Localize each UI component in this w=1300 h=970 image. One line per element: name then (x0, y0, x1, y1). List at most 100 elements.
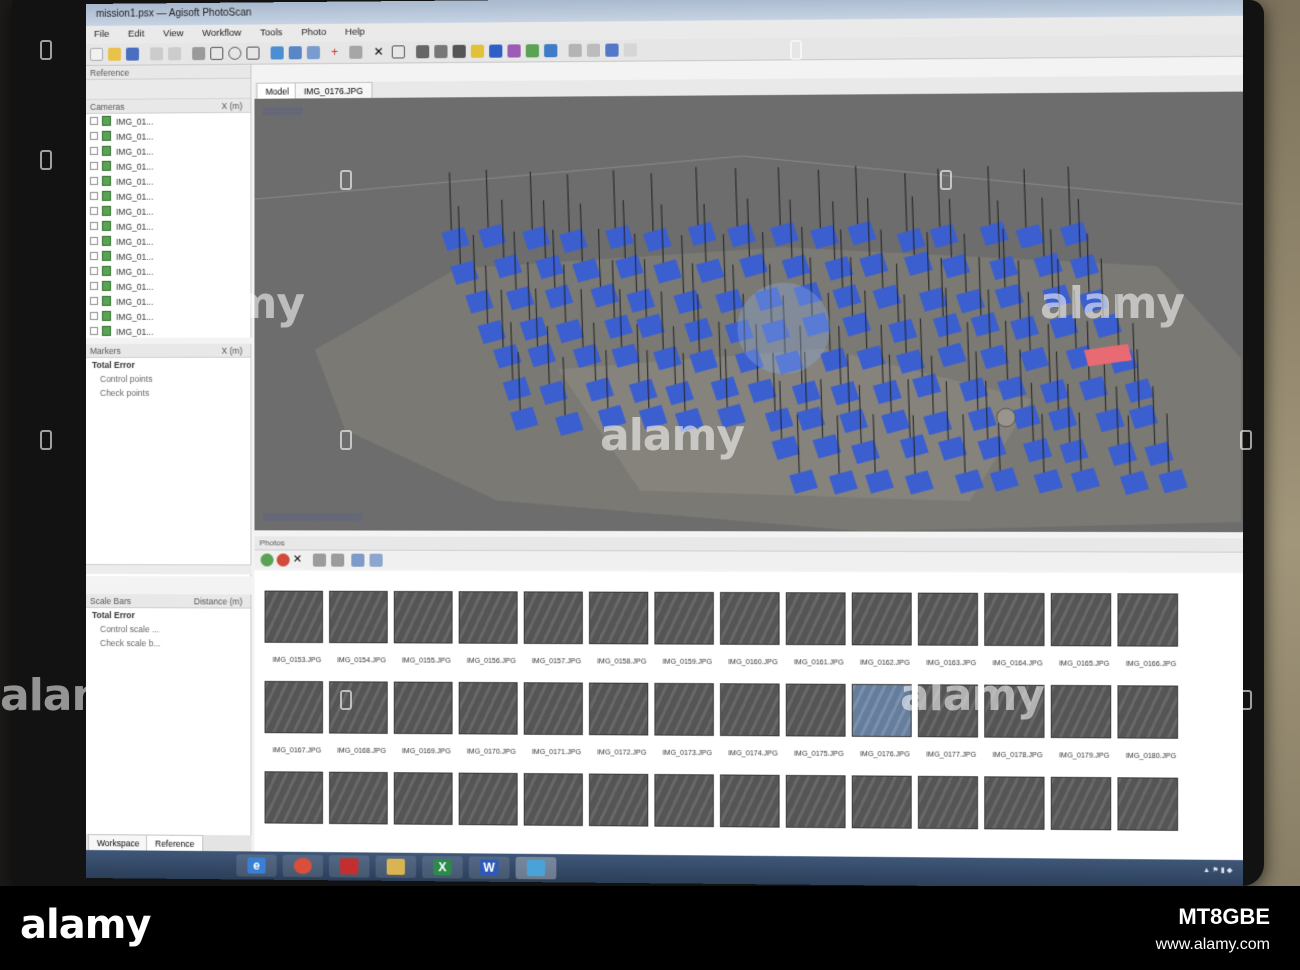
camera-checkbox[interactable] (89, 326, 98, 335)
tab-model[interactable]: Model (256, 82, 298, 99)
photo-thumbnail[interactable] (1117, 777, 1184, 831)
camera-row[interactable]: IMG_01... (86, 173, 250, 189)
camera-row[interactable]: IMG_01... (86, 113, 250, 129)
redo-icon[interactable] (168, 47, 182, 61)
photo-thumbnail[interactable] (654, 773, 720, 828)
photo-thumbnail[interactable]: IMG_0154.JPG (329, 590, 394, 665)
scale-control[interactable]: Control scale ... (86, 622, 250, 637)
menu-edit[interactable]: Edit (120, 25, 152, 42)
select-icon[interactable] (192, 47, 206, 61)
thumbnail-size-icon[interactable] (369, 553, 383, 567)
taskbar-ie[interactable]: e (236, 854, 277, 877)
markers-check-points[interactable]: Check points (86, 386, 250, 400)
camera-row[interactable]: IMG_01... (86, 158, 250, 174)
rect-select-icon[interactable] (210, 46, 224, 60)
save-icon[interactable] (126, 47, 140, 61)
photo-thumbnail[interactable] (264, 771, 330, 824)
photo-thumbnail[interactable]: ✔ IMG_0170.JPG (458, 681, 524, 756)
new-icon[interactable] (89, 47, 103, 61)
camera-row[interactable]: IMG_01... (86, 128, 250, 144)
textured-icon[interactable] (507, 44, 521, 58)
region-resize-icon[interactable] (306, 46, 320, 60)
camera-row[interactable]: IMG_01... (86, 188, 250, 204)
taskbar-excel[interactable]: X (422, 855, 463, 879)
photo-thumbnail[interactable]: IMG_0156.JPG (458, 591, 524, 665)
photo-thumbnail[interactable]: ✔ IMG_0169.JPG (393, 681, 459, 756)
photo-thumbnail[interactable] (393, 772, 459, 825)
open-icon[interactable] (107, 47, 122, 61)
camera-checkbox[interactable] (89, 266, 98, 275)
photo-thumbnail[interactable]: ✔ IMG_0162.JPG (851, 592, 918, 667)
taskbar-chrome[interactable] (282, 854, 324, 878)
photo-thumbnail[interactable]: ✔ IMG_0163.JPG (917, 592, 984, 668)
photo-thumbnail[interactable] (458, 772, 524, 826)
photo-thumbnail[interactable] (1050, 776, 1118, 831)
navigation-icon[interactable] (270, 46, 284, 60)
shaded-icon[interactable] (470, 44, 485, 58)
free-select-icon[interactable] (246, 46, 260, 60)
markers-total-error[interactable]: Total Error (86, 358, 250, 372)
disable-icon[interactable] (276, 553, 290, 567)
camera-checkbox[interactable] (89, 251, 98, 260)
menu-file[interactable]: File (86, 26, 117, 43)
photo-thumbnail[interactable]: ✔ IMG_0180.JPG (1117, 685, 1184, 760)
camera-checkbox[interactable] (89, 206, 98, 215)
photo-thumbnail[interactable]: ✔ IMG_0174.JPG (720, 683, 786, 758)
points-icon[interactable] (416, 45, 430, 59)
camera-checkbox[interactable] (89, 146, 98, 155)
photo-thumbnail[interactable]: IMG_0155.JPG (393, 590, 459, 665)
taskbar-photoscan[interactable] (515, 856, 557, 880)
camera-row[interactable]: IMG_01... (86, 248, 250, 264)
markers-icon[interactable] (544, 44, 558, 58)
circle-select-icon[interactable] (228, 46, 242, 60)
ruler-icon[interactable] (349, 45, 363, 59)
taskbar-word[interactable]: W (468, 856, 510, 879)
trackball-icon[interactable] (586, 43, 601, 57)
reset-view-icon[interactable] (623, 43, 638, 57)
scale-bars-header[interactable]: Scale Bars Distance (m) (86, 594, 251, 609)
photo-thumbnail[interactable] (917, 775, 984, 830)
camera-checkbox[interactable] (89, 296, 98, 305)
photo-thumbnail[interactable]: ✔ IMG_0173.JPG (654, 682, 720, 757)
region-icon[interactable] (568, 43, 582, 58)
solid-icon[interactable] (489, 44, 503, 58)
menu-photo[interactable]: Photo (293, 24, 334, 41)
enable-icon[interactable] (260, 553, 274, 567)
photo-thumbnail[interactable]: ✔ IMG_0158.JPG (588, 591, 654, 666)
camera-row[interactable]: IMG_01... (86, 143, 250, 159)
scale-check[interactable]: Check scale b... (86, 636, 250, 651)
photo-thumbnail[interactable]: ✔ IMG_0160.JPG (720, 592, 786, 666)
photo-thumbnail[interactable] (329, 771, 394, 825)
menu-help[interactable]: Help (337, 23, 373, 40)
photo-thumbnail[interactable]: ✔ IMG_0172.JPG (588, 682, 654, 757)
photo-thumbnail[interactable]: ✔ IMG_0157.JPG (523, 591, 589, 665)
photo-thumbnail[interactable]: ✔ IMG_0171.JPG (523, 682, 589, 756)
markers-scrollbar[interactable] (86, 564, 252, 575)
cameras-header[interactable]: Cameras X (m) (86, 98, 251, 114)
cross-icon[interactable]: + (331, 45, 344, 59)
markers-header[interactable]: Markers X (m) (86, 343, 251, 358)
rotate-left-icon[interactable] (312, 553, 327, 567)
photo-thumbnail[interactable]: ✔ IMG_0165.JPG (1050, 593, 1118, 668)
photo-thumbnail[interactable] (851, 775, 918, 829)
camera-row[interactable]: IMG_01... (86, 263, 250, 279)
tab-reference[interactable]: Reference (146, 834, 204, 852)
camera-checkbox[interactable] (89, 221, 98, 230)
photo-thumbnail[interactable]: ✔ IMG_0166.JPG (1117, 593, 1184, 668)
view-mode-icon[interactable] (351, 553, 365, 567)
photo-thumbnail[interactable]: ✔ IMG_0168.JPG (329, 681, 394, 755)
camera-checkbox[interactable] (89, 311, 98, 320)
markers-control-points[interactable]: Control points (86, 372, 250, 386)
photo-thumbnail[interactable]: ✔ IMG_0179.JPG (1050, 684, 1118, 760)
wireframe-icon[interactable] (452, 44, 466, 59)
camera-row[interactable]: IMG_01... (86, 203, 250, 219)
photo-thumbnail[interactable]: ✔ IMG_0167.JPG (264, 680, 330, 755)
camera-checkbox[interactable] (89, 116, 98, 125)
delete-icon[interactable]: ✕ (374, 44, 387, 58)
camera-checkbox[interactable] (89, 236, 98, 245)
camera-checkbox[interactable] (89, 161, 98, 170)
grid-icon[interactable] (605, 43, 619, 57)
menu-workflow[interactable]: Workflow (194, 25, 249, 43)
camera-row[interactable]: IMG_01... (86, 233, 250, 249)
region-move-icon[interactable] (288, 46, 302, 60)
